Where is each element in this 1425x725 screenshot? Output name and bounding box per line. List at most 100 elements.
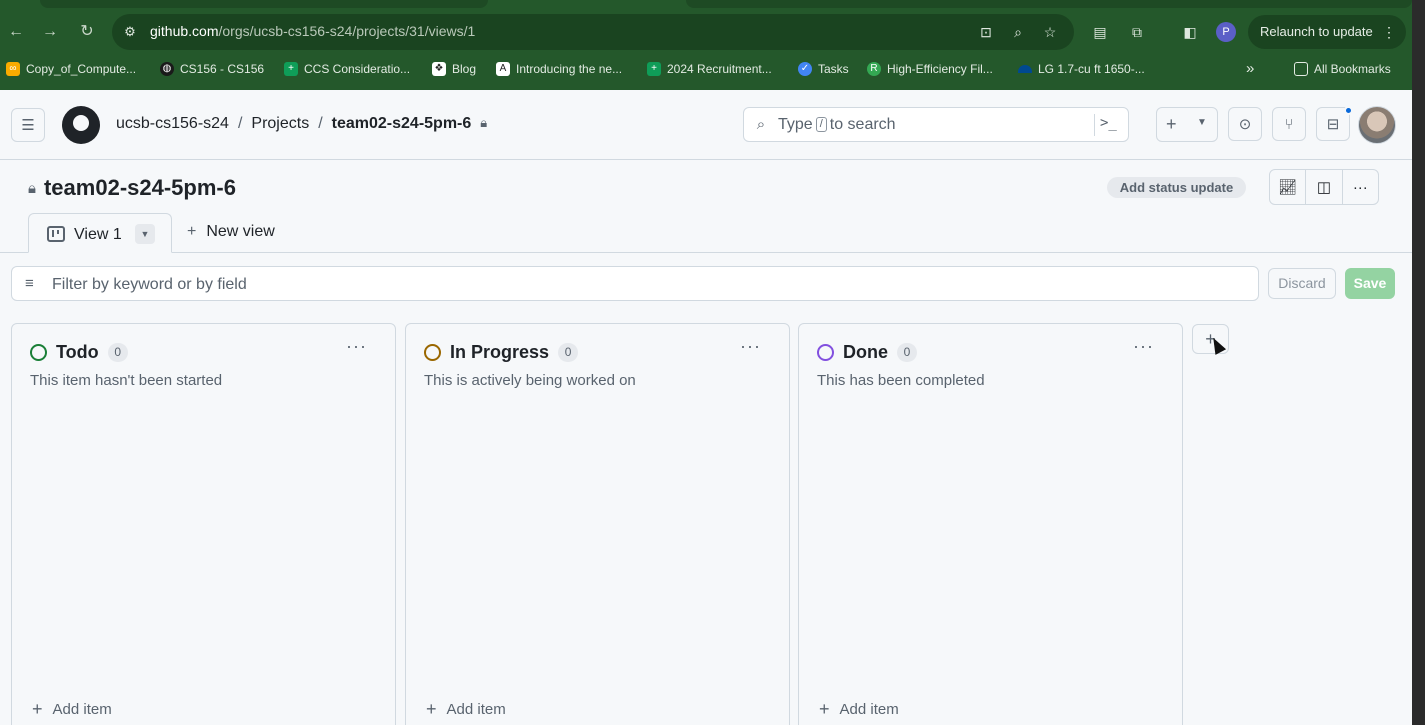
bookmark-label: 2024 Recruitment... [667, 62, 772, 76]
column-description: This item hasn't been started [30, 372, 223, 389]
side-panel-toggle-icon[interactable]: ◫ [1306, 170, 1343, 204]
status-circle-icon [424, 344, 441, 361]
bookmark-item[interactable]: ✓ Tasks [798, 61, 849, 77]
board-column-todo: Todo 0 ··· This item hasn't been started… [11, 323, 396, 725]
lock-icon: 🔒︎ [480, 115, 488, 130]
chrome-menu-icon[interactable]: ⋮ [1382, 15, 1396, 49]
bookmark-item[interactable]: ◍ CS156 - CS156 [160, 61, 264, 77]
install-app-icon[interactable]: ⊡ [976, 22, 996, 42]
discard-button[interactable]: Discard [1268, 268, 1336, 299]
column-menu-icon[interactable]: ··· [346, 336, 367, 357]
breadcrumb-separator: / [237, 115, 243, 132]
relaunch-label: Relaunch to update [1260, 24, 1373, 39]
colab-icon: ∞ [6, 62, 20, 76]
item-count-badge: 0 [107, 343, 128, 362]
issues-icon[interactable]: ⊙ [1228, 107, 1262, 141]
plus-icon: + [187, 223, 197, 240]
filter-icon: ≡ [25, 275, 34, 292]
bookmark-item[interactable]: +2024 Recruitment... [647, 61, 772, 77]
breadcrumb-projects[interactable]: Projects [251, 115, 309, 133]
bookmark-item[interactable]: A Introducing the ne... [496, 61, 622, 77]
bookmark-label: Blog [452, 62, 477, 76]
view-tabs: View 1 ▼ + New view [0, 213, 1412, 253]
sheets-icon: + [647, 62, 661, 76]
insights-chart-icon[interactable]: 📈︎ [1270, 170, 1307, 204]
avatar[interactable] [1358, 106, 1396, 144]
add-item-button[interactable]: + Add item [426, 699, 506, 720]
plus-icon: + [426, 699, 437, 719]
breadcrumb: ucsb-cs156-s24 / Projects / team02-s24-5… [116, 115, 487, 133]
search-input[interactable]: ⌕ Type / to search >_ [743, 107, 1129, 142]
search-placeholder: Type / to search [778, 116, 896, 133]
bookmark-item[interactable]: ∞ Copy_of_Compute... [6, 61, 136, 77]
status-circle-icon [817, 344, 834, 361]
bookmark-star-icon[interactable]: ☆ [1040, 22, 1060, 42]
back-arrow-icon[interactable]: ← [6, 22, 26, 42]
breadcrumb-project[interactable]: team02-s24-5pm-6 [332, 115, 472, 133]
command-palette-icon[interactable]: >_ [1100, 115, 1117, 131]
column-header: In Progress 0 [424, 342, 579, 363]
page-title: 🔒︎ team02-s24-5pm-6 [28, 175, 236, 201]
forward-arrow-icon[interactable]: → [40, 22, 60, 42]
add-status-update-button[interactable]: Add status update [1107, 177, 1246, 198]
bookmark-label: Copy_of_Compute... [26, 62, 137, 76]
plus-icon: + [32, 699, 43, 719]
save-button[interactable]: Save [1345, 268, 1395, 299]
bookmark-item[interactable]: + CCS Consideratio... [284, 61, 410, 77]
new-view-button[interactable]: + New view [187, 223, 275, 241]
reload-icon[interactable]: ↻ [77, 22, 97, 42]
address-url[interactable]: github.com/orgs/ucsb-cs156-s24/projects/… [150, 23, 475, 39]
github-logo-icon[interactable] [62, 106, 100, 144]
tab-view-1[interactable]: View 1 ▼ [28, 213, 172, 253]
slash-key-hint: / [815, 117, 827, 132]
address-bar[interactable]: ⚙ github.com/orgs/ucsb-cs156-s24/project… [112, 14, 1074, 50]
profile-avatar[interactable]: P [1216, 22, 1236, 42]
all-bookmarks[interactable]: All Bookmarks [1294, 61, 1391, 77]
column-menu-icon[interactable]: ··· [1133, 336, 1154, 357]
column-menu-icon[interactable]: ··· [740, 336, 761, 357]
sheets-icon: + [284, 62, 298, 76]
url-host: github.com [150, 23, 219, 39]
pull-requests-icon[interactable]: ⑂ [1272, 107, 1306, 141]
bookmark-item[interactable]: LG 1.7-cu ft 1650-... [1018, 61, 1145, 77]
bookmark-label: CS156 - CS156 [180, 62, 265, 76]
bookmark-item[interactable]: ❖ Blog [432, 61, 476, 77]
all-bookmarks-label: All Bookmarks [1314, 62, 1391, 76]
add-item-label: Add item [446, 701, 506, 718]
bookmark-label: CCS Consideratio... [304, 62, 411, 76]
add-item-button[interactable]: + Add item [819, 699, 899, 720]
relaunch-button[interactable]: Relaunch to update ⋮ [1248, 15, 1406, 49]
browser-tab-edge[interactable] [40, 0, 488, 8]
item-count-badge: 0 [558, 343, 579, 362]
column-name: Done [843, 342, 888, 362]
column-header: Done 0 [817, 342, 917, 363]
plus-icon: + [1166, 114, 1177, 134]
add-item-button[interactable]: + Add item [32, 699, 112, 720]
more-options-icon[interactable]: ··· [1343, 170, 1378, 204]
extensions-puzzle-icon[interactable]: ⧉ [1127, 22, 1147, 42]
board-icon [47, 226, 65, 242]
notification-dot [1344, 106, 1353, 115]
view-options-chevron-icon[interactable]: ▼ [135, 224, 155, 244]
breadcrumb-org[interactable]: ucsb-cs156-s24 [116, 115, 229, 133]
filter-placeholder: Filter by keyword or by field [52, 276, 247, 293]
column-header: Todo 0 [30, 342, 128, 363]
status-circle-icon [30, 344, 47, 361]
bookmark-item[interactable]: R High-Efficiency Fil... [867, 61, 993, 77]
search-divider [1094, 114, 1095, 136]
more-bookmarks-icon[interactable]: » [1246, 61, 1254, 77]
create-new-button[interactable]: + ▼ [1156, 107, 1218, 142]
docs-extension-icon[interactable]: ▤ [1090, 22, 1110, 42]
browser-tab-edge[interactable] [686, 0, 1412, 8]
site-settings-icon[interactable]: ⚙ [122, 24, 138, 40]
window-edge [1412, 0, 1425, 725]
filter-input[interactable]: ≡ Filter by keyword or by field [11, 266, 1259, 301]
column-name: Todo [56, 342, 99, 362]
hamburger-menu-icon[interactable]: ☰ [11, 108, 45, 142]
side-panel-icon[interactable]: ◧ [1180, 22, 1200, 42]
zoom-icon[interactable]: ⌕ [1008, 22, 1028, 42]
folder-icon [1294, 62, 1308, 76]
github-header: ☰ ucsb-cs156-s24 / Projects / team02-s24… [0, 90, 1412, 160]
column-description: This is actively being worked on [424, 372, 636, 389]
browser-chrome: ← → ↻ ⚙ github.com/orgs/ucsb-cs156-s24/p… [0, 0, 1425, 90]
